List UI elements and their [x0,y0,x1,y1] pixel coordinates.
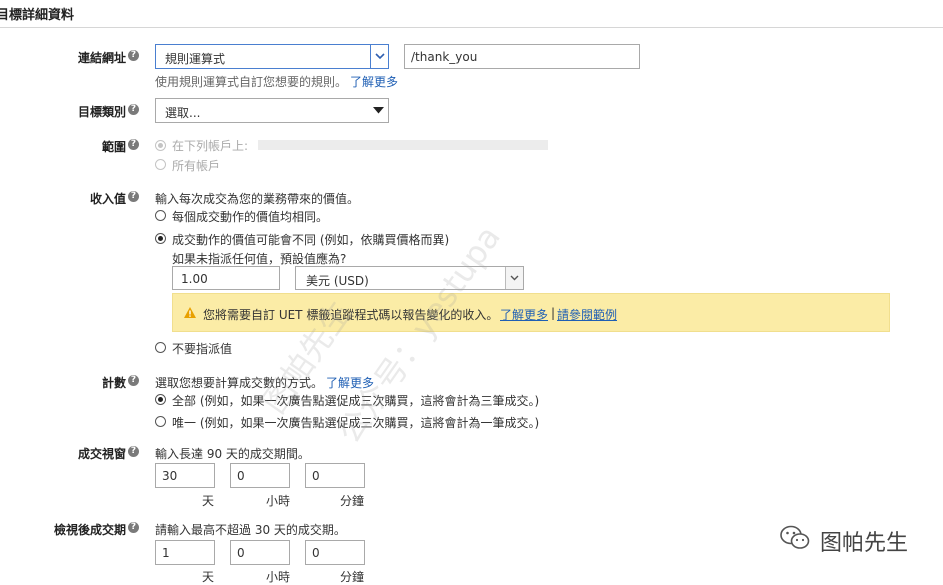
revenue-vary-value-label: 成交動作的價值可能會不同 (例如，依購買價格而異) [172,233,450,247]
conversion-window-description: 輸入長達 90 天的成交期間。 [155,447,310,461]
count-unique-radio[interactable] [155,416,166,427]
view-through-minutes-input[interactable]: 0 [305,540,365,565]
view-through-hours-input[interactable]: 0 [230,540,290,565]
warning-banner: 您將需要自訂 UET 標籤追蹤程式碼以報告變化的收入。 了解更多 | 請參閱範例 [172,293,890,332]
help-icon[interactable]: ? [128,375,139,386]
view-through-days-input[interactable]: 1 [155,540,215,565]
revenue-vary-value-radio[interactable] [155,233,166,244]
goal-category-select[interactable]: 選取... [155,98,389,123]
link-url-input[interactable]: /thank_you [404,44,640,69]
count-all-radio[interactable] [155,394,166,405]
days-unit-label: 天 [201,494,214,508]
caret-down-icon [373,107,384,114]
chevron-down-icon [510,275,519,281]
chevron-down-icon [375,53,385,60]
revenue-amount-input[interactable]: 1.00 [172,266,280,290]
wechat-logo-icon [779,524,811,552]
revenue-description: 輸入每次成交為您的業務帶來的價值。 [155,192,360,206]
count-label: 計數 [101,376,126,390]
conversion-window-label: 成交視窗 [77,447,126,461]
select-toggle[interactable] [505,267,523,289]
conversion-window-minutes-input[interactable]: 0 [305,463,365,488]
blurred-account-name [258,140,548,150]
link-url-type-value: 規則運算式 [165,52,226,66]
select-toggle[interactable] [370,45,388,68]
link-url-input-value: /thank_you [411,50,478,64]
conversion-window-hours-input[interactable]: 0 [230,463,290,488]
input-value: 0 [312,469,320,483]
goal-category-label: 目標類別 [77,105,126,119]
help-icon[interactable]: ? [128,446,139,457]
help-icon[interactable]: ? [128,522,139,533]
brand-watermark: 图帕先生 [820,531,909,556]
input-value: 1 [162,546,170,560]
warning-separator: | [551,306,556,320]
warning-icon [184,307,196,318]
link-url-label: 連結網址 [77,51,126,65]
view-through-label: 檢視後成交期 [53,523,126,537]
scope-all-accounts-radio[interactable] [155,159,166,170]
revenue-no-value-radio[interactable] [155,342,166,353]
help-icon[interactable]: ? [128,50,139,61]
scope-specific-accounts-radio[interactable] [155,140,166,151]
scope-label: 範圍 [101,140,126,154]
link-url-type-select[interactable]: 規則運算式 [155,44,389,69]
currency-value: 美元 (USD) [306,274,369,288]
minutes-unit-label: 分鐘 [339,494,364,508]
help-icon[interactable]: ? [128,104,139,115]
link-url-learn-more-link[interactable]: 了解更多 [350,73,398,90]
hours-unit-label: 小時 [265,494,290,508]
scope-specific-accounts-label: 在下列帳戶上: [172,139,249,153]
revenue-label: 收入值 [89,192,126,206]
minutes-unit-label: 分鐘 [339,570,364,584]
input-value: 0 [237,469,245,483]
revenue-same-value-radio[interactable] [155,210,166,221]
link-url-help-text: 使用規則運算式自訂您想要的規則。 [155,75,348,89]
revenue-default-prompt: 如果未指派任何值，預設值應為? [172,252,347,266]
warning-learn-more-link[interactable]: 了解更多 [500,306,548,323]
input-value: 30 [162,469,178,483]
goal-category-value: 選取... [165,106,201,120]
days-unit-label: 天 [201,570,214,584]
help-icon[interactable]: ? [128,191,139,202]
revenue-same-value-label: 每個成交動作的價值均相同。 [172,210,329,224]
revenue-no-value-label: 不要指派值 [172,342,233,356]
section-title: 目標詳細資料 [0,8,75,23]
revenue-amount-value: 1.00 [181,272,208,286]
warning-example-link[interactable]: 請參閱範例 [557,306,617,323]
view-through-description: 請輸入最高不超過 30 天的成交期。 [155,523,346,537]
input-value: 0 [312,546,320,560]
help-icon[interactable]: ? [128,139,139,150]
scope-all-accounts-label: 所有帳戶 [172,159,221,173]
section-divider [0,27,943,28]
conversion-window-days-input[interactable]: 30 [155,463,215,488]
hours-unit-label: 小時 [265,570,290,584]
input-value: 0 [237,546,245,560]
